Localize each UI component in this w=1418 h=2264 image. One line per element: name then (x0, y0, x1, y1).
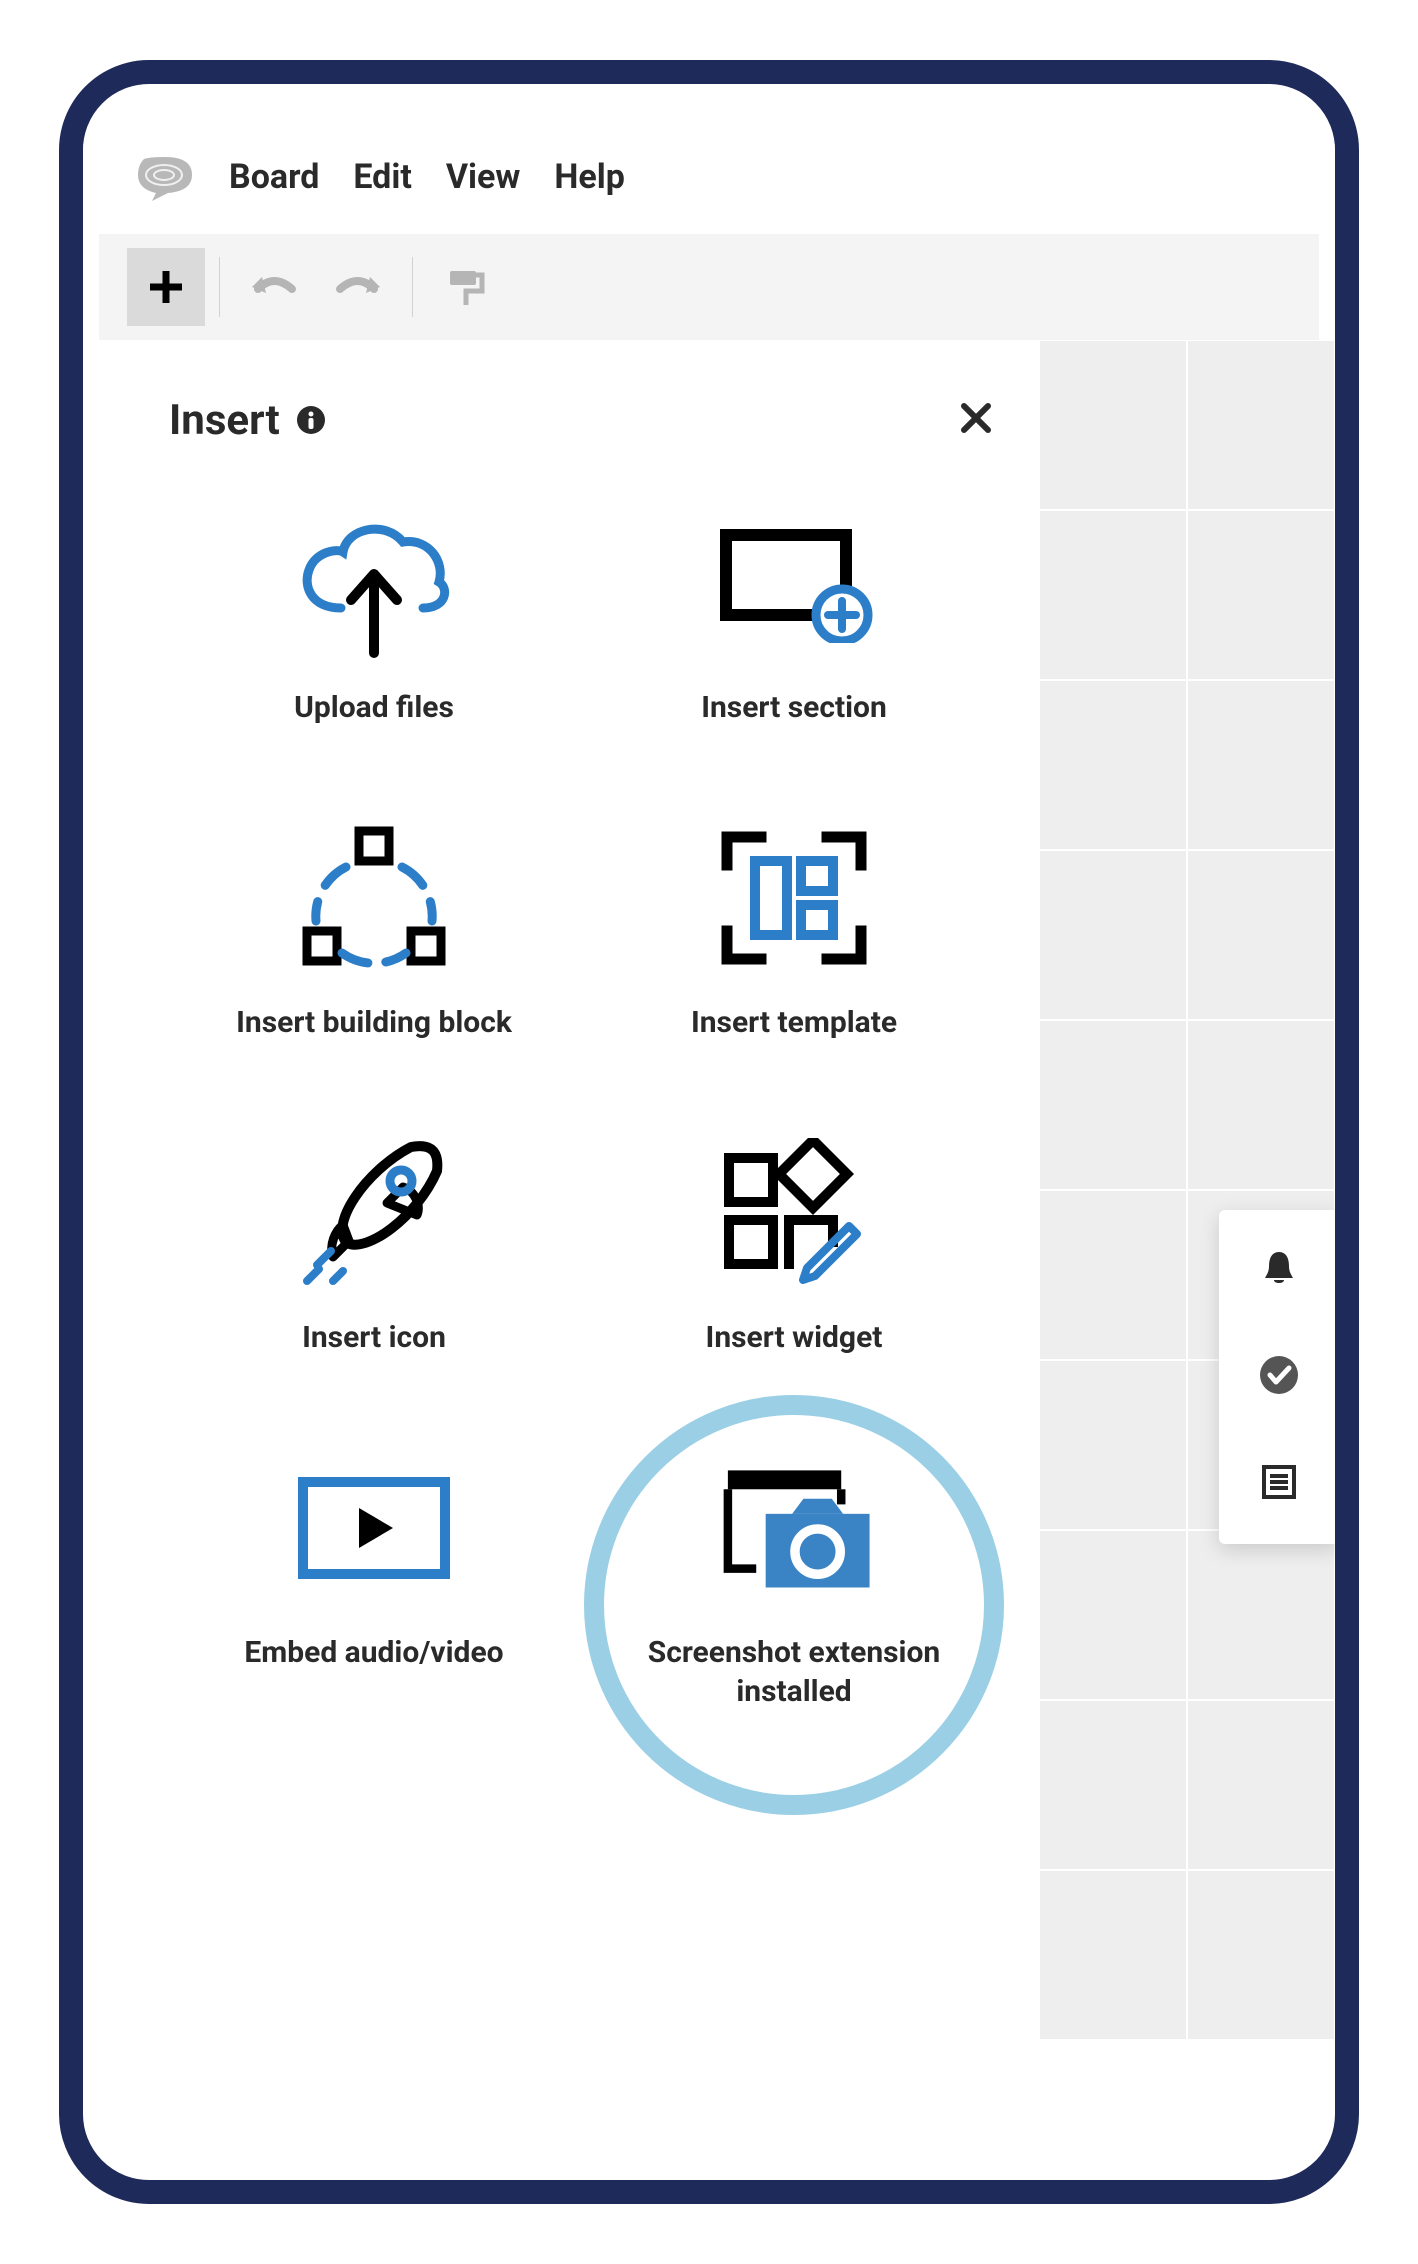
insert-panel: Insert (99, 340, 1039, 2040)
section-plus-icon (714, 523, 874, 643)
panel-title: Insert (169, 396, 280, 445)
canvas-cell[interactable] (1187, 680, 1335, 850)
tile-insert-widget[interactable]: Insert widget (599, 1130, 989, 1365)
canvas-cell[interactable] (1187, 1700, 1335, 1870)
canvas-grid (1039, 340, 1335, 2040)
canvas-cell[interactable] (1187, 1870, 1335, 2040)
cloud-upload-icon (289, 508, 459, 658)
redo-button[interactable] (320, 248, 398, 326)
canvas-cell[interactable] (1039, 1870, 1187, 2040)
tile-label: Insert template (691, 1003, 897, 1042)
rocket-icon (289, 1133, 459, 1293)
panel-header: Insert (169, 395, 999, 445)
undo-button[interactable] (234, 248, 312, 326)
canvas-cell[interactable] (1187, 1020, 1335, 1190)
canvas-cell[interactable] (1039, 1700, 1187, 1870)
bell-icon (1259, 1248, 1299, 1288)
building-block-icon (289, 823, 459, 973)
video-play-icon (289, 1468, 459, 1588)
canvas-cell[interactable] (1187, 850, 1335, 1020)
info-icon[interactable] (294, 403, 328, 437)
tile-upload-files[interactable]: Upload files (179, 500, 569, 735)
tile-embed-audio-video[interactable]: Embed audio/video (179, 1445, 569, 1719)
canvas-cell[interactable] (1039, 850, 1187, 1020)
canvas-cell[interactable] (1187, 1530, 1335, 1700)
menu-view[interactable]: View (446, 157, 521, 197)
notifications-button[interactable] (1259, 1248, 1299, 1292)
close-icon (959, 401, 993, 435)
tile-insert-section[interactable]: Insert section (599, 500, 989, 735)
list-button[interactable] (1259, 1462, 1299, 1506)
canvas-cell[interactable] (1039, 1190, 1187, 1360)
tile-insert-building-block[interactable]: Insert building block (179, 815, 569, 1050)
list-icon (1259, 1462, 1299, 1502)
toolbar-separator (412, 257, 413, 317)
app-logo-icon[interactable] (135, 150, 195, 204)
tile-insert-icon[interactable]: Insert icon (179, 1130, 569, 1365)
screenshot-camera-icon (709, 1453, 879, 1603)
tile-label: Upload files (294, 688, 454, 727)
insert-grid: Upload files Insert section (169, 500, 999, 1719)
toolbar-separator (219, 257, 220, 317)
tile-label: Screenshot extension installed (619, 1633, 969, 1711)
app-frame: Board Edit View Help (59, 60, 1359, 2204)
menu-help[interactable]: Help (554, 157, 625, 197)
canvas-cell[interactable] (1039, 340, 1187, 510)
canvas-cell[interactable] (1039, 510, 1187, 680)
close-panel-button[interactable] (953, 395, 999, 445)
tile-label: Insert icon (302, 1318, 446, 1357)
menu-edit[interactable]: Edit (353, 157, 411, 197)
canvas-cell[interactable] (1039, 1530, 1187, 1700)
menu-board[interactable]: Board (229, 157, 319, 197)
check-circle-icon (1258, 1354, 1300, 1396)
add-button[interactable] (127, 248, 205, 326)
tile-label: Insert building block (236, 1003, 512, 1042)
tile-label: Insert section (701, 688, 887, 727)
tile-label: Embed audio/video (244, 1633, 503, 1672)
menubar: Board Edit View Help (83, 144, 1335, 234)
check-button[interactable] (1258, 1354, 1300, 1400)
template-scan-icon (709, 823, 879, 973)
canvas-cell[interactable] (1187, 340, 1335, 510)
canvas-area[interactable] (1039, 340, 1335, 2040)
tile-label: Insert widget (706, 1318, 883, 1357)
side-toolbar (1219, 1210, 1339, 1544)
canvas-cell[interactable] (1039, 680, 1187, 850)
canvas-cell[interactable] (1039, 1360, 1187, 1530)
canvas-cell[interactable] (1187, 510, 1335, 680)
format-painter-button[interactable] (427, 248, 505, 326)
canvas-cell[interactable] (1039, 1020, 1187, 1190)
tile-screenshot-extension[interactable]: Screenshot extension installed (599, 1445, 989, 1719)
toolbar (99, 234, 1319, 340)
widget-edit-icon (709, 1138, 879, 1288)
tile-insert-template[interactable]: Insert template (599, 815, 989, 1050)
